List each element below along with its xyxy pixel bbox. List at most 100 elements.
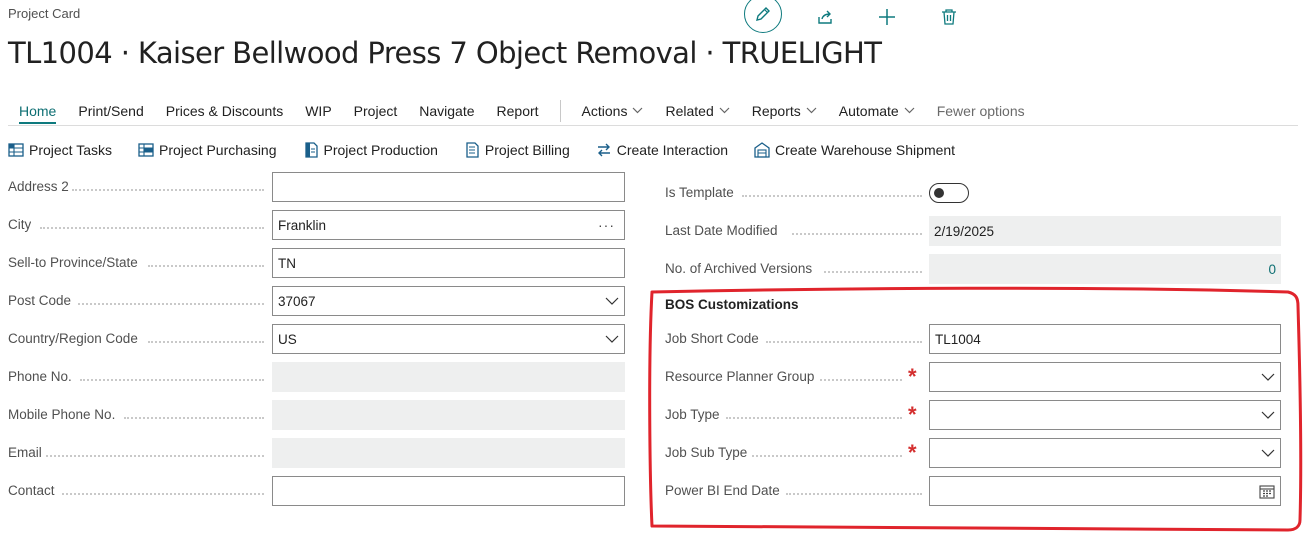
is-template-toggle[interactable] xyxy=(929,183,969,203)
label-leader xyxy=(148,341,264,343)
country-region-value: US xyxy=(278,331,297,347)
chevron-down-icon xyxy=(719,107,730,114)
menu-related-label: Related xyxy=(665,102,714,119)
action-create-interaction[interactable]: Create Interaction xyxy=(596,142,728,158)
job-type-label: Job Type xyxy=(665,407,720,422)
calendar-icon[interactable] xyxy=(1259,484,1275,499)
archived-versions-value[interactable]: 0 xyxy=(1268,262,1276,277)
archived-versions-field[interactable]: 0 xyxy=(929,254,1281,284)
job-type-select[interactable] xyxy=(929,400,1281,430)
post-code-label: Post Code xyxy=(8,293,72,308)
address-2-input[interactable] xyxy=(272,172,625,202)
address-2-label: Address 2 xyxy=(8,179,69,194)
post-code-select[interactable]: 37067 xyxy=(272,286,625,316)
menu-navigate[interactable]: Navigate xyxy=(408,96,485,126)
share-icon xyxy=(818,10,832,24)
label-leader xyxy=(824,271,922,273)
city-input[interactable]: Franklin ··· xyxy=(272,210,625,240)
new-button[interactable] xyxy=(868,0,906,34)
contact-input[interactable] xyxy=(272,476,625,506)
chevron-down-icon xyxy=(1261,373,1275,381)
edit-button[interactable] xyxy=(744,0,782,33)
last-modified-label: Last Date Modified xyxy=(665,223,778,238)
arrows-icon xyxy=(596,142,612,158)
lookup-ellipsis-icon[interactable]: ··· xyxy=(598,217,619,233)
city-value: Franklin xyxy=(278,217,327,233)
menu-automate[interactable]: Automate xyxy=(828,96,926,126)
action-label: Create Warehouse Shipment xyxy=(775,142,956,158)
mobile-phone-field xyxy=(272,400,625,430)
contact-label: Contact xyxy=(8,483,55,498)
required-asterisk-icon: * xyxy=(908,402,917,427)
archived-versions-label: No. of Archived Versions xyxy=(665,261,813,276)
action-project-purchasing[interactable]: Project Purchasing xyxy=(138,142,277,158)
province-state-label: Sell-to Province/State xyxy=(8,255,138,270)
menu-print-send[interactable]: Print/Send xyxy=(67,96,154,126)
action-project-tasks[interactable]: Project Tasks xyxy=(8,142,112,158)
edit-icon xyxy=(756,7,770,21)
delete-icon xyxy=(942,9,956,25)
label-leader xyxy=(792,233,922,235)
warehouse-icon xyxy=(754,142,770,158)
action-label: Project Billing xyxy=(484,142,570,158)
menu-project[interactable]: Project xyxy=(343,96,409,126)
city-label: City xyxy=(8,217,32,232)
required-asterisk-icon: * xyxy=(908,440,917,465)
page-title: TL1004 · Kaiser Bellwood Press 7 Object … xyxy=(8,36,882,70)
label-leader xyxy=(40,227,264,229)
menu-related[interactable]: Related xyxy=(654,96,740,126)
required-asterisk-icon: * xyxy=(908,364,917,389)
post-code-value: 37067 xyxy=(278,293,316,309)
label-leader xyxy=(742,195,922,197)
menu-reports-label: Reports xyxy=(751,102,801,119)
label-leader xyxy=(72,189,264,191)
menu-report[interactable]: Report xyxy=(486,96,550,126)
action-bar: Project Tasks Project Purchasing Project… xyxy=(8,136,981,164)
grid-icon xyxy=(138,142,154,158)
label-leader xyxy=(752,455,902,457)
country-region-label: Country/Region Code xyxy=(8,331,138,346)
menu-wip[interactable]: WIP xyxy=(294,96,342,126)
action-label: Create Interaction xyxy=(616,142,729,158)
resource-planner-group-label: Resource Planner Group xyxy=(665,369,815,384)
menu-bar: Home Print/Send Prices & Discounts WIP P… xyxy=(8,96,1298,126)
chevron-down-icon xyxy=(1261,449,1275,457)
resource-planner-group-select[interactable] xyxy=(929,362,1281,392)
label-leader xyxy=(80,379,264,381)
phone-field xyxy=(272,362,625,392)
menu-reports[interactable]: Reports xyxy=(741,96,828,126)
label-leader xyxy=(124,417,264,419)
phone-label: Phone No. xyxy=(8,369,72,384)
menu-separator xyxy=(559,99,561,122)
last-modified-value: 2/19/2025 xyxy=(934,223,995,239)
label-leader xyxy=(62,493,264,495)
share-button[interactable] xyxy=(806,0,844,34)
plus-icon xyxy=(879,9,895,25)
menu-fewer-options[interactable]: Fewer options xyxy=(926,96,1036,126)
chevron-down-icon xyxy=(1261,411,1275,419)
document-icon xyxy=(303,142,319,158)
action-create-warehouse-shipment[interactable]: Create Warehouse Shipment xyxy=(754,142,955,158)
action-label: Project Production xyxy=(323,142,438,158)
menu-prices-discounts[interactable]: Prices & Discounts xyxy=(155,96,294,126)
menu-actions-label: Actions xyxy=(581,102,628,119)
country-region-select[interactable]: US xyxy=(272,324,625,354)
label-leader xyxy=(786,493,922,495)
label-leader xyxy=(726,417,902,419)
chevron-down-icon xyxy=(806,107,817,114)
province-state-input[interactable]: TN xyxy=(272,248,625,278)
top-action-bar xyxy=(744,0,968,34)
mobile-phone-label: Mobile Phone No. xyxy=(8,407,116,422)
menu-actions[interactable]: Actions xyxy=(571,96,655,126)
chevron-down-icon xyxy=(633,107,643,114)
power-bi-end-date-label: Power BI End Date xyxy=(665,483,780,498)
job-short-code-input[interactable]: TL1004 xyxy=(929,324,1281,354)
chevron-down-icon xyxy=(605,297,619,305)
action-project-billing[interactable]: Project Billing xyxy=(464,142,570,158)
action-project-production[interactable]: Project Production xyxy=(303,142,438,158)
power-bi-end-date-input[interactable] xyxy=(929,476,1281,506)
action-label: Project Tasks xyxy=(29,142,112,158)
menu-home[interactable]: Home xyxy=(8,96,67,126)
job-sub-type-select[interactable] xyxy=(929,438,1281,468)
delete-button[interactable] xyxy=(930,0,968,34)
